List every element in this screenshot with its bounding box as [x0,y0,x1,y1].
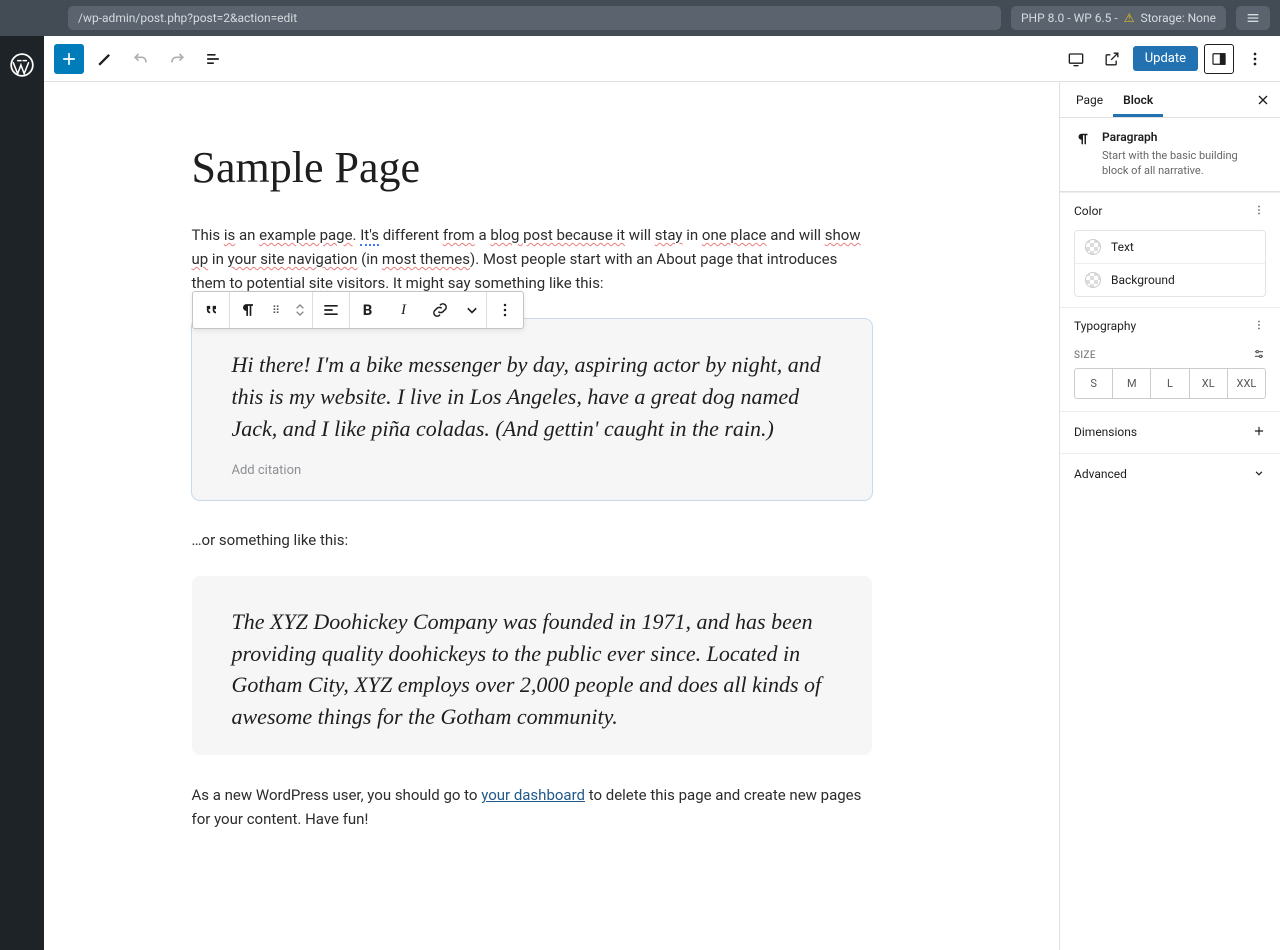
warning-icon: ⚠ [1124,11,1135,25]
align-button[interactable] [313,292,349,328]
editor-topbar: Update [44,36,1280,82]
block-card: Paragraph Start with the basic building … [1060,118,1280,192]
size-s-button[interactable]: S [1075,369,1112,398]
url-bar[interactable]: /wp-admin/post.php?post=2&action=edit [68,6,1001,30]
block-inserter-button[interactable] [54,44,84,74]
panel-menu-icon[interactable] [1252,203,1266,220]
block-description: Start with the basic building block of a… [1102,148,1266,179]
update-button[interactable]: Update [1133,46,1198,71]
chevron-down-icon [1252,466,1266,483]
preview-external-button[interactable] [1097,44,1127,74]
size-settings-icon[interactable] [1252,347,1266,364]
close-sidebar-button[interactable] [1252,89,1274,111]
browser-chrome: /wp-admin/post.php?post=2&action=edit PH… [0,0,1280,36]
settings-sidebar: Page Block Paragraph Start with the basi… [1060,82,1280,950]
quote-text[interactable]: The XYZ Doohickey Company was founded in… [232,606,832,734]
font-size-presets: S M L XL XXL [1074,368,1266,399]
paragraph-block[interactable]: This is an example page. It's different … [192,223,872,295]
sidebar-tabs: Page Block [1060,82,1280,118]
size-xl-button[interactable]: XL [1189,369,1227,398]
dashboard-link[interactable]: your dashboard [481,786,585,804]
close-dot[interactable] [10,13,20,23]
color-swatch-icon [1085,272,1101,288]
min-dot[interactable] [26,13,36,23]
block-options-button[interactable] [487,292,523,328]
tab-page[interactable]: Page [1066,82,1113,117]
window-controls [10,13,52,23]
paragraph-block[interactable]: …or something like this: [192,528,872,552]
drag-handle-icon[interactable]: ⠿ [266,292,288,328]
text-color-row[interactable]: Text [1075,231,1265,263]
view-button[interactable] [1061,44,1091,74]
env-text: PHP 8.0 - WP 6.5 - [1021,11,1118,25]
paragraph-transform-icon[interactable] [230,292,266,328]
quote-block[interactable]: Hi there! I'm a bike messenger by day, a… [192,319,872,500]
editor-canvas: Sample Page This is an example page. It'… [44,82,1060,950]
settings-sidebar-toggle[interactable] [1204,44,1234,74]
document-overview-button[interactable] [198,44,228,74]
options-button[interactable] [1240,44,1270,74]
size-m-button[interactable]: M [1112,369,1150,398]
more-rich-text-button[interactable] [458,292,486,328]
background-color-row[interactable]: Background [1075,263,1265,296]
size-xxl-button[interactable]: XXL [1227,369,1265,398]
redo-button[interactable] [162,44,192,74]
color-options: Text Background [1074,230,1266,297]
page-title[interactable]: Sample Page [192,142,872,193]
typography-panel-header[interactable]: Typography [1060,308,1280,345]
wp-admin-strip [0,36,44,950]
bold-button[interactable]: B [350,292,386,328]
storage-text: Storage: None [1140,11,1216,25]
move-updown-icon[interactable] [288,292,312,328]
tab-block[interactable]: Block [1113,82,1163,117]
block-name: Paragraph [1102,130,1266,144]
size-label: SIZE [1074,350,1096,361]
panel-menu-icon[interactable] [1252,318,1266,335]
max-dot[interactable] [42,13,52,23]
quote-block[interactable]: The XYZ Doohickey Company was founded in… [192,576,872,756]
italic-button[interactable]: I [386,292,422,328]
block-toolbar: ⠿ [192,291,524,329]
tools-button[interactable] [90,44,120,74]
advanced-panel[interactable]: Advanced [1060,454,1280,495]
wordpress-logo-icon[interactable] [9,52,35,78]
paragraph-block[interactable]: As a new WordPress user, you should go t… [192,783,872,831]
dimensions-panel[interactable]: Dimensions [1060,412,1280,453]
color-panel-header[interactable]: Color [1060,193,1280,230]
paragraph-icon [1074,130,1092,148]
citation-placeholder[interactable]: Add citation [232,463,832,478]
size-l-button[interactable]: L [1150,369,1188,398]
undo-button[interactable] [126,44,156,74]
plus-icon [1252,424,1266,441]
block-type-quote-icon[interactable] [193,292,229,328]
link-button[interactable] [422,292,458,328]
url-text: /wp-admin/post.php?post=2&action=edit [78,11,297,25]
host-menu-button[interactable] [1236,6,1270,30]
environment-pill[interactable]: PHP 8.0 - WP 6.5 - ⚠ Storage: None [1011,6,1226,30]
quote-text[interactable]: Hi there! I'm a bike messenger by day, a… [232,349,832,445]
color-swatch-icon [1085,239,1101,255]
